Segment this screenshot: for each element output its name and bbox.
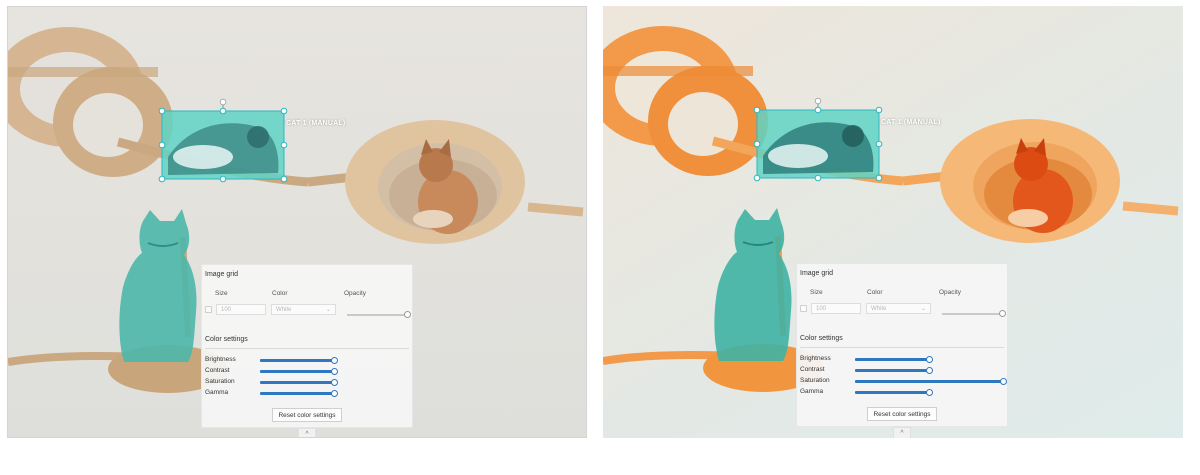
- grid-toggle-checkbox[interactable]: [800, 305, 807, 312]
- grid-color-value: White: [276, 307, 292, 313]
- gamma-slider-thumb[interactable]: [331, 390, 338, 397]
- opacity-slider-thumb[interactable]: [999, 310, 1006, 317]
- contrast-slider-track[interactable]: [855, 369, 929, 372]
- handle-sw: [158, 175, 166, 183]
- divider: [205, 348, 409, 349]
- opacity-slider-track[interactable]: [942, 313, 1004, 315]
- screenshot-adjusted: CAT 1 (MANUAL) Image grid Size Color Opa…: [603, 6, 1183, 438]
- chevron-down-icon: ⌄: [325, 307, 331, 313]
- grid-toggle-checkbox[interactable]: [205, 306, 212, 313]
- rotate-handle: [814, 97, 822, 105]
- handle-sw: [753, 174, 761, 182]
- opacity-label: Opacity: [344, 290, 367, 297]
- segmented-cat-mask: [119, 209, 197, 362]
- saturation-label: Saturation: [800, 377, 830, 384]
- annotation-label: CAT 1 (MANUAL): [881, 119, 941, 126]
- gamma-slider-track[interactable]: [260, 392, 334, 395]
- handle-nw: [158, 107, 166, 115]
- handle-s: [814, 174, 822, 182]
- collapse-panel-button[interactable]: ^: [893, 427, 911, 438]
- chevron-down-icon: ⌄: [920, 306, 926, 312]
- gamma-label: Gamma: [800, 388, 824, 395]
- handle-se: [280, 175, 288, 183]
- annotation-label: CAT 1 (MANUAL): [286, 120, 346, 127]
- contrast-label: Contrast: [800, 366, 825, 373]
- saturation-slider-thumb[interactable]: [331, 379, 338, 386]
- brightness-label: Brightness: [800, 355, 831, 362]
- chevron-up-icon: ^: [900, 429, 904, 437]
- brightness-label: Brightness: [205, 356, 236, 363]
- handle-ne: [280, 107, 288, 115]
- gamma-slider-thumb[interactable]: [926, 389, 933, 396]
- handle-s: [219, 175, 227, 183]
- grid-color-select[interactable]: White ⌄: [271, 304, 336, 315]
- saturation-slider-thumb[interactable]: [1000, 378, 1007, 385]
- brightness-slider-thumb[interactable]: [926, 356, 933, 363]
- color-settings-heading: Color settings: [205, 336, 248, 343]
- grid-color-value: White: [871, 306, 887, 312]
- grid-color-select[interactable]: White ⌄: [866, 303, 931, 314]
- gamma-slider-track[interactable]: [855, 391, 929, 394]
- collapse-panel-button[interactable]: ^: [298, 428, 316, 438]
- gamma-label: Gamma: [205, 389, 229, 396]
- handle-nw: [753, 106, 761, 114]
- handle-se: [875, 174, 883, 182]
- handle-w: [158, 141, 166, 149]
- opacity-slider-track[interactable]: [347, 314, 409, 316]
- saturation-slider-track[interactable]: [260, 381, 334, 384]
- segmented-cat-mask: [714, 208, 792, 361]
- opacity-slider-thumb[interactable]: [404, 311, 411, 318]
- brightness-slider-track[interactable]: [260, 359, 334, 362]
- contrast-slider-thumb[interactable]: [926, 367, 933, 374]
- size-label: Size: [215, 290, 228, 297]
- grid-size-input[interactable]: 100: [216, 304, 266, 315]
- screenshot-original: CAT 1 (MANUAL) Image grid Size Color Opa…: [7, 6, 587, 438]
- chevron-up-icon: ^: [305, 430, 309, 438]
- image-grid-heading: Image grid: [800, 270, 834, 277]
- handle-w: [753, 140, 761, 148]
- color-label: Color: [272, 290, 288, 297]
- contrast-slider-thumb[interactable]: [331, 368, 338, 375]
- contrast-label: Contrast: [205, 367, 230, 374]
- handle-ne: [875, 106, 883, 114]
- contrast-slider-track[interactable]: [260, 370, 334, 373]
- color-label: Color: [867, 289, 883, 296]
- brightness-slider-track[interactable]: [855, 358, 929, 361]
- settings-panel: Image grid Size Color Opacity 100 White …: [796, 263, 1008, 427]
- handle-n: [219, 107, 227, 115]
- reset-color-settings-button[interactable]: Reset color settings: [272, 408, 342, 422]
- reset-color-settings-button[interactable]: Reset color settings: [867, 407, 937, 421]
- settings-panel: Image grid Size Color Opacity 100 White …: [201, 264, 413, 428]
- color-settings-heading: Color settings: [800, 335, 843, 342]
- brightness-slider-thumb[interactable]: [331, 357, 338, 364]
- handle-e: [875, 140, 883, 148]
- rotate-handle: [219, 98, 227, 106]
- saturation-slider-track[interactable]: [855, 380, 1003, 383]
- saturation-label: Saturation: [205, 378, 235, 385]
- divider: [800, 347, 1004, 348]
- grid-size-input[interactable]: 100: [811, 303, 861, 314]
- opacity-label: Opacity: [939, 289, 962, 296]
- handle-e: [280, 141, 288, 149]
- image-grid-heading: Image grid: [205, 271, 239, 278]
- handle-n: [814, 106, 822, 114]
- size-label: Size: [810, 289, 823, 296]
